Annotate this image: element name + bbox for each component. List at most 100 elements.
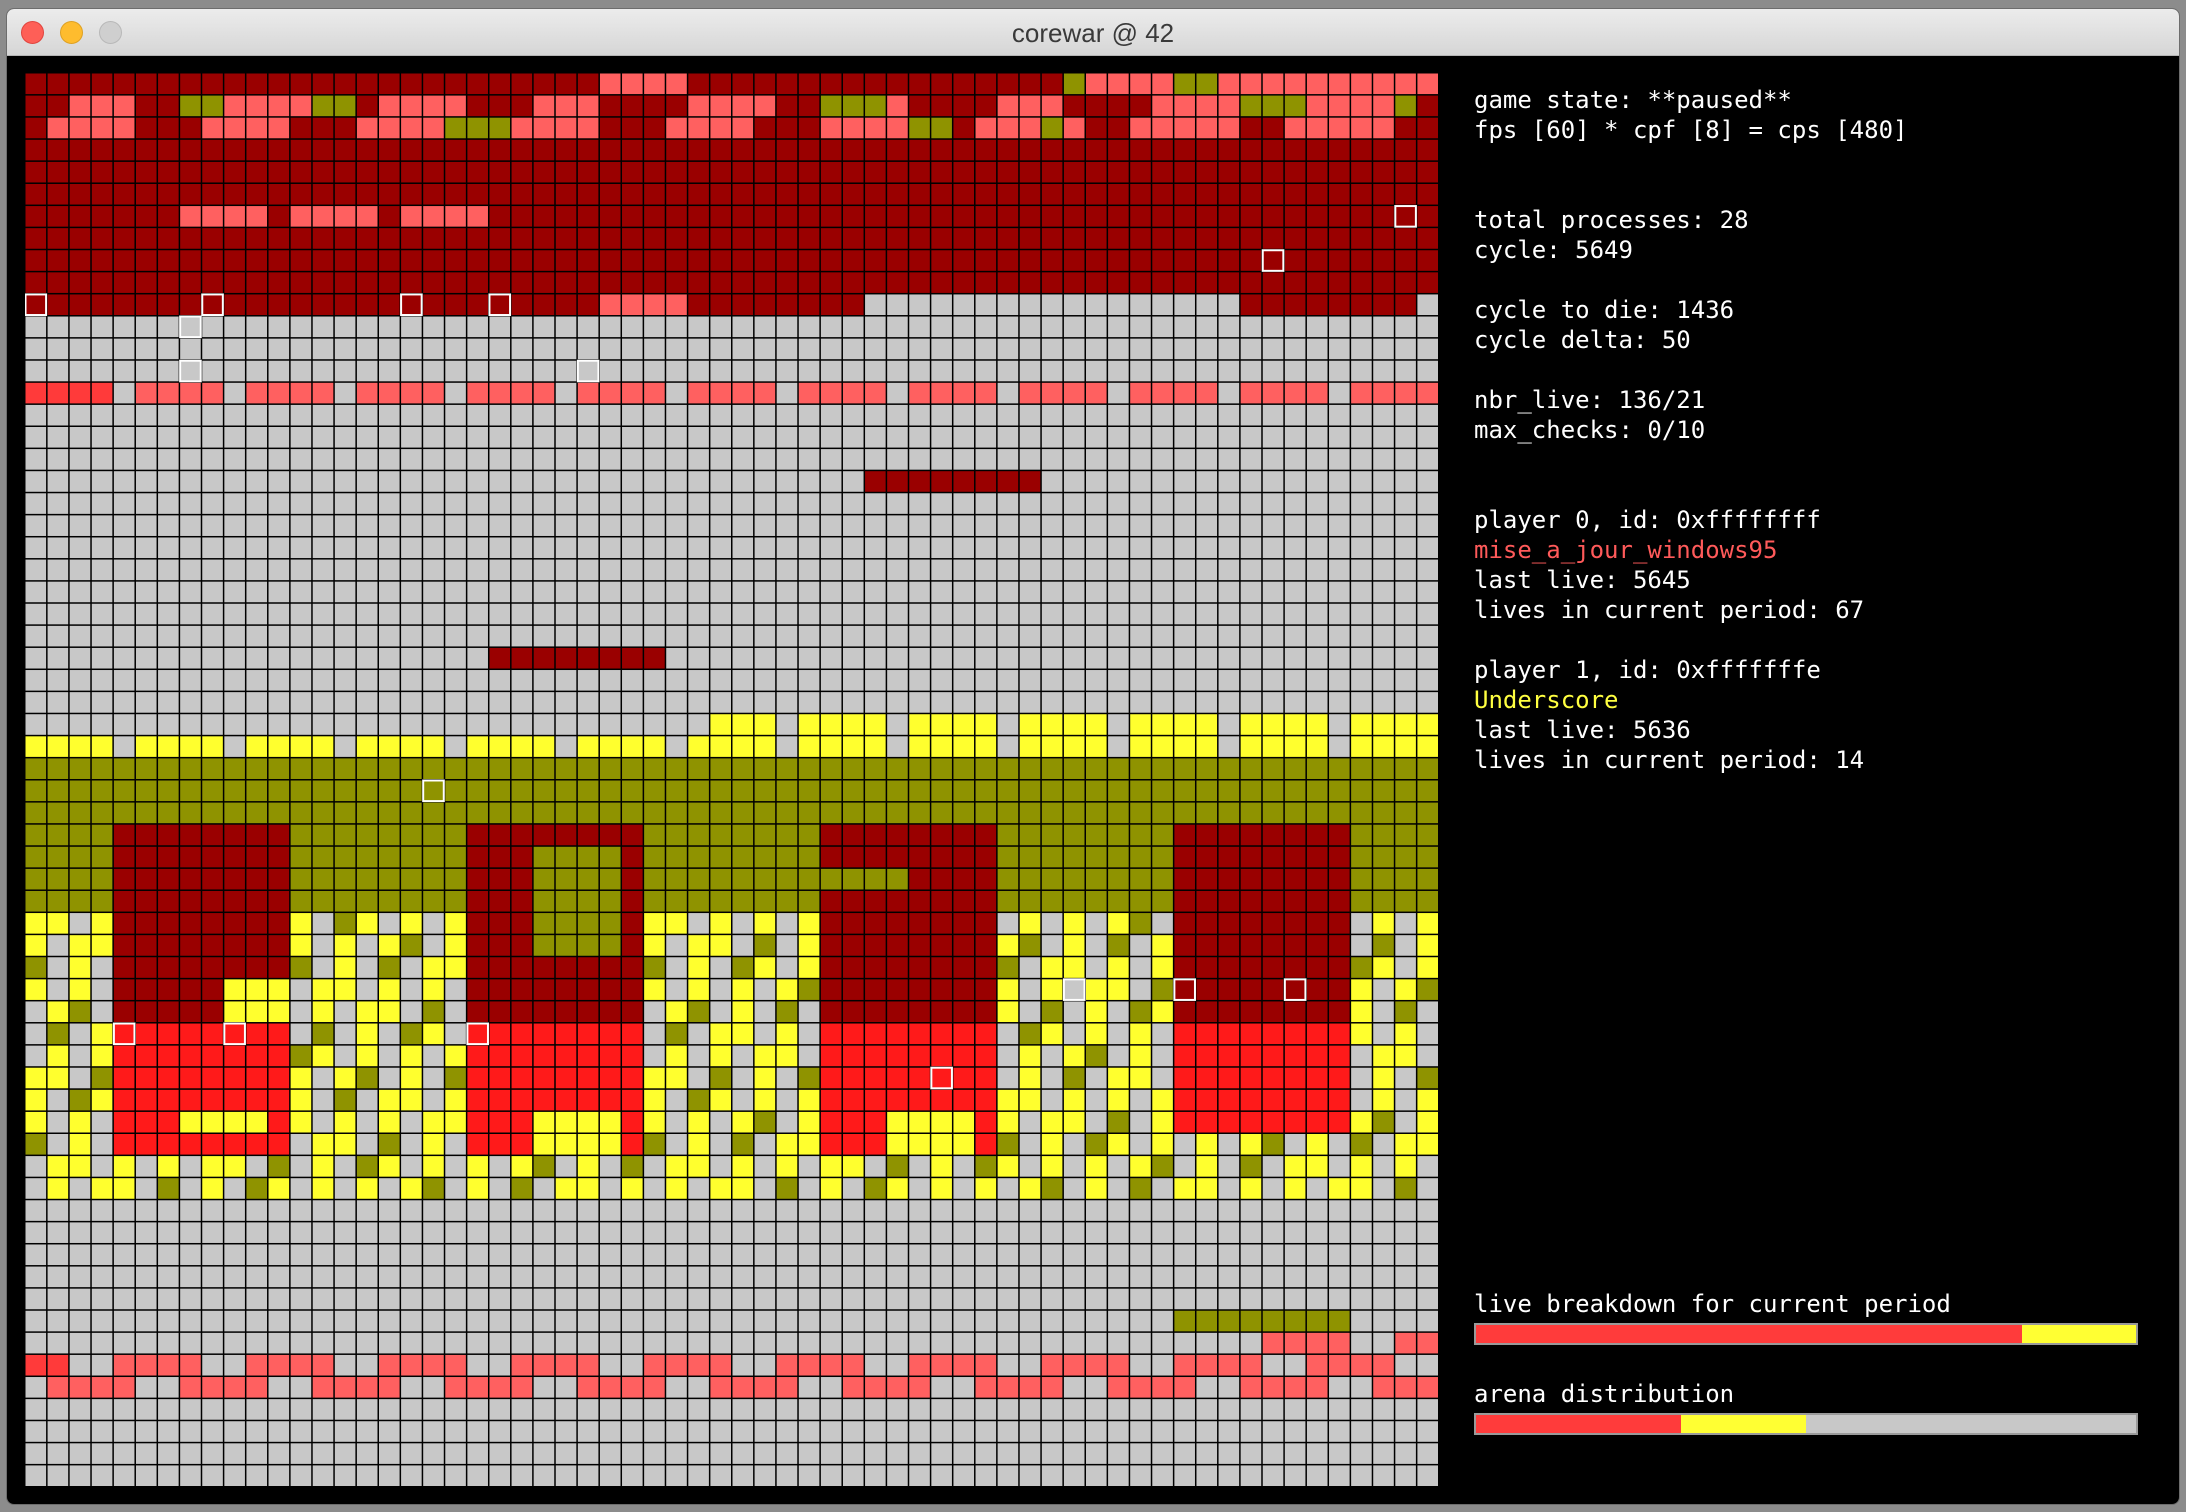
memory-cell	[202, 1178, 223, 1199]
memory-cell	[776, 1134, 798, 1155]
memory-cell	[622, 846, 643, 868]
memory-cell	[69, 382, 91, 404]
memory-cell	[1130, 427, 1151, 448]
memory-cell	[1041, 758, 1063, 779]
memory-cell	[91, 824, 113, 846]
memory-cell	[1108, 294, 1129, 316]
memory-cell	[511, 427, 533, 448]
memory-cell	[688, 294, 709, 316]
memory-cell	[887, 404, 908, 426]
memory-cell	[511, 382, 533, 404]
memory-cell	[445, 1377, 466, 1398]
memory-cell	[467, 471, 488, 492]
memory-cell	[113, 736, 135, 757]
memory-cell	[666, 1200, 687, 1221]
memory-cell	[776, 449, 798, 470]
memory-cell	[776, 228, 798, 249]
memory-cell	[1240, 1399, 1262, 1420]
memory-cell	[666, 957, 687, 978]
memory-cell	[666, 868, 687, 890]
memory-cell	[776, 625, 798, 647]
memory-cell	[25, 117, 47, 139]
memory-cell	[334, 1001, 356, 1023]
memory-cell	[1218, 1443, 1240, 1464]
memory-cell	[776, 647, 798, 669]
memory-cell	[1019, 935, 1041, 956]
memory-cell	[511, 581, 533, 603]
memory-cell	[511, 1156, 533, 1177]
memory-cell	[1063, 1465, 1085, 1486]
memory-cell	[180, 1023, 201, 1045]
memory-cell	[644, 294, 665, 316]
memory-cell	[1284, 581, 1306, 603]
memory-cell	[975, 780, 997, 802]
memory-cell	[135, 183, 157, 205]
memory-cell	[312, 427, 334, 448]
memory-cell	[158, 382, 179, 404]
memory-cell	[1019, 603, 1041, 625]
memory-cell	[180, 1266, 201, 1288]
memory-cell	[599, 206, 621, 227]
memory-cell	[180, 161, 201, 183]
memory-cell	[533, 1399, 555, 1420]
memory-cell	[135, 1111, 157, 1133]
memory-cell	[1373, 427, 1394, 448]
memory-cell	[1019, 95, 1041, 117]
memory-cell	[820, 1134, 842, 1155]
memory-cell	[1417, 382, 1438, 404]
title-bar[interactable]: corewar @ 42	[7, 9, 2179, 56]
memory-cell	[1196, 1332, 1218, 1354]
memory-cell	[776, 537, 798, 559]
memory-cell	[1395, 1089, 1416, 1111]
memory-cell	[666, 1156, 687, 1177]
memory-cell	[1174, 1310, 1195, 1332]
memory-cell	[25, 228, 47, 249]
memory-cell	[1351, 272, 1372, 293]
memory-cell	[246, 1200, 268, 1221]
memory-cell	[445, 692, 466, 713]
memory-cell	[644, 1067, 665, 1089]
memory-cell	[312, 559, 334, 581]
memory-cell	[401, 603, 422, 625]
memory-cell	[776, 250, 798, 271]
memory-cell	[1240, 1178, 1262, 1199]
memory-cell	[909, 272, 930, 293]
memory-cell	[1130, 913, 1151, 934]
memory-cell	[732, 294, 754, 316]
memory-cell	[555, 161, 577, 183]
memory-cell	[1373, 537, 1394, 559]
memory-cell	[113, 1399, 135, 1420]
memory-cell	[445, 559, 466, 581]
memory-cell	[533, 449, 555, 470]
memory-cell	[1262, 1067, 1284, 1089]
memory-cell	[622, 714, 643, 735]
memory-cell	[1130, 670, 1151, 691]
memory-cell	[666, 647, 687, 669]
memory-cell	[334, 73, 356, 95]
memory-cell	[1284, 1354, 1306, 1376]
memory-cell	[1196, 1178, 1218, 1199]
memory-cell	[644, 824, 665, 846]
memory-cell	[445, 1200, 466, 1221]
memory-cell	[47, 1045, 69, 1067]
memory-cell	[113, 471, 135, 492]
memory-cell	[1306, 1310, 1328, 1332]
memory-cell	[47, 758, 69, 779]
memory-cell	[887, 73, 908, 95]
memory-cell	[865, 1023, 886, 1045]
memory-cell	[290, 1001, 312, 1023]
memory-cell	[533, 228, 555, 249]
memory-cell	[113, 139, 135, 161]
memory-cell	[555, 647, 577, 669]
memory-cell	[820, 360, 842, 382]
memory-cell	[158, 427, 179, 448]
memory-cell	[1417, 95, 1438, 117]
memory-cell	[135, 117, 157, 139]
memory-cell	[25, 1288, 47, 1310]
memory-cell	[754, 1354, 776, 1376]
memory-cell	[1373, 1354, 1394, 1376]
memory-cell	[69, 360, 91, 382]
memory-cell	[312, 404, 334, 426]
memory-cell	[1417, 714, 1438, 735]
memory-cell	[113, 692, 135, 713]
